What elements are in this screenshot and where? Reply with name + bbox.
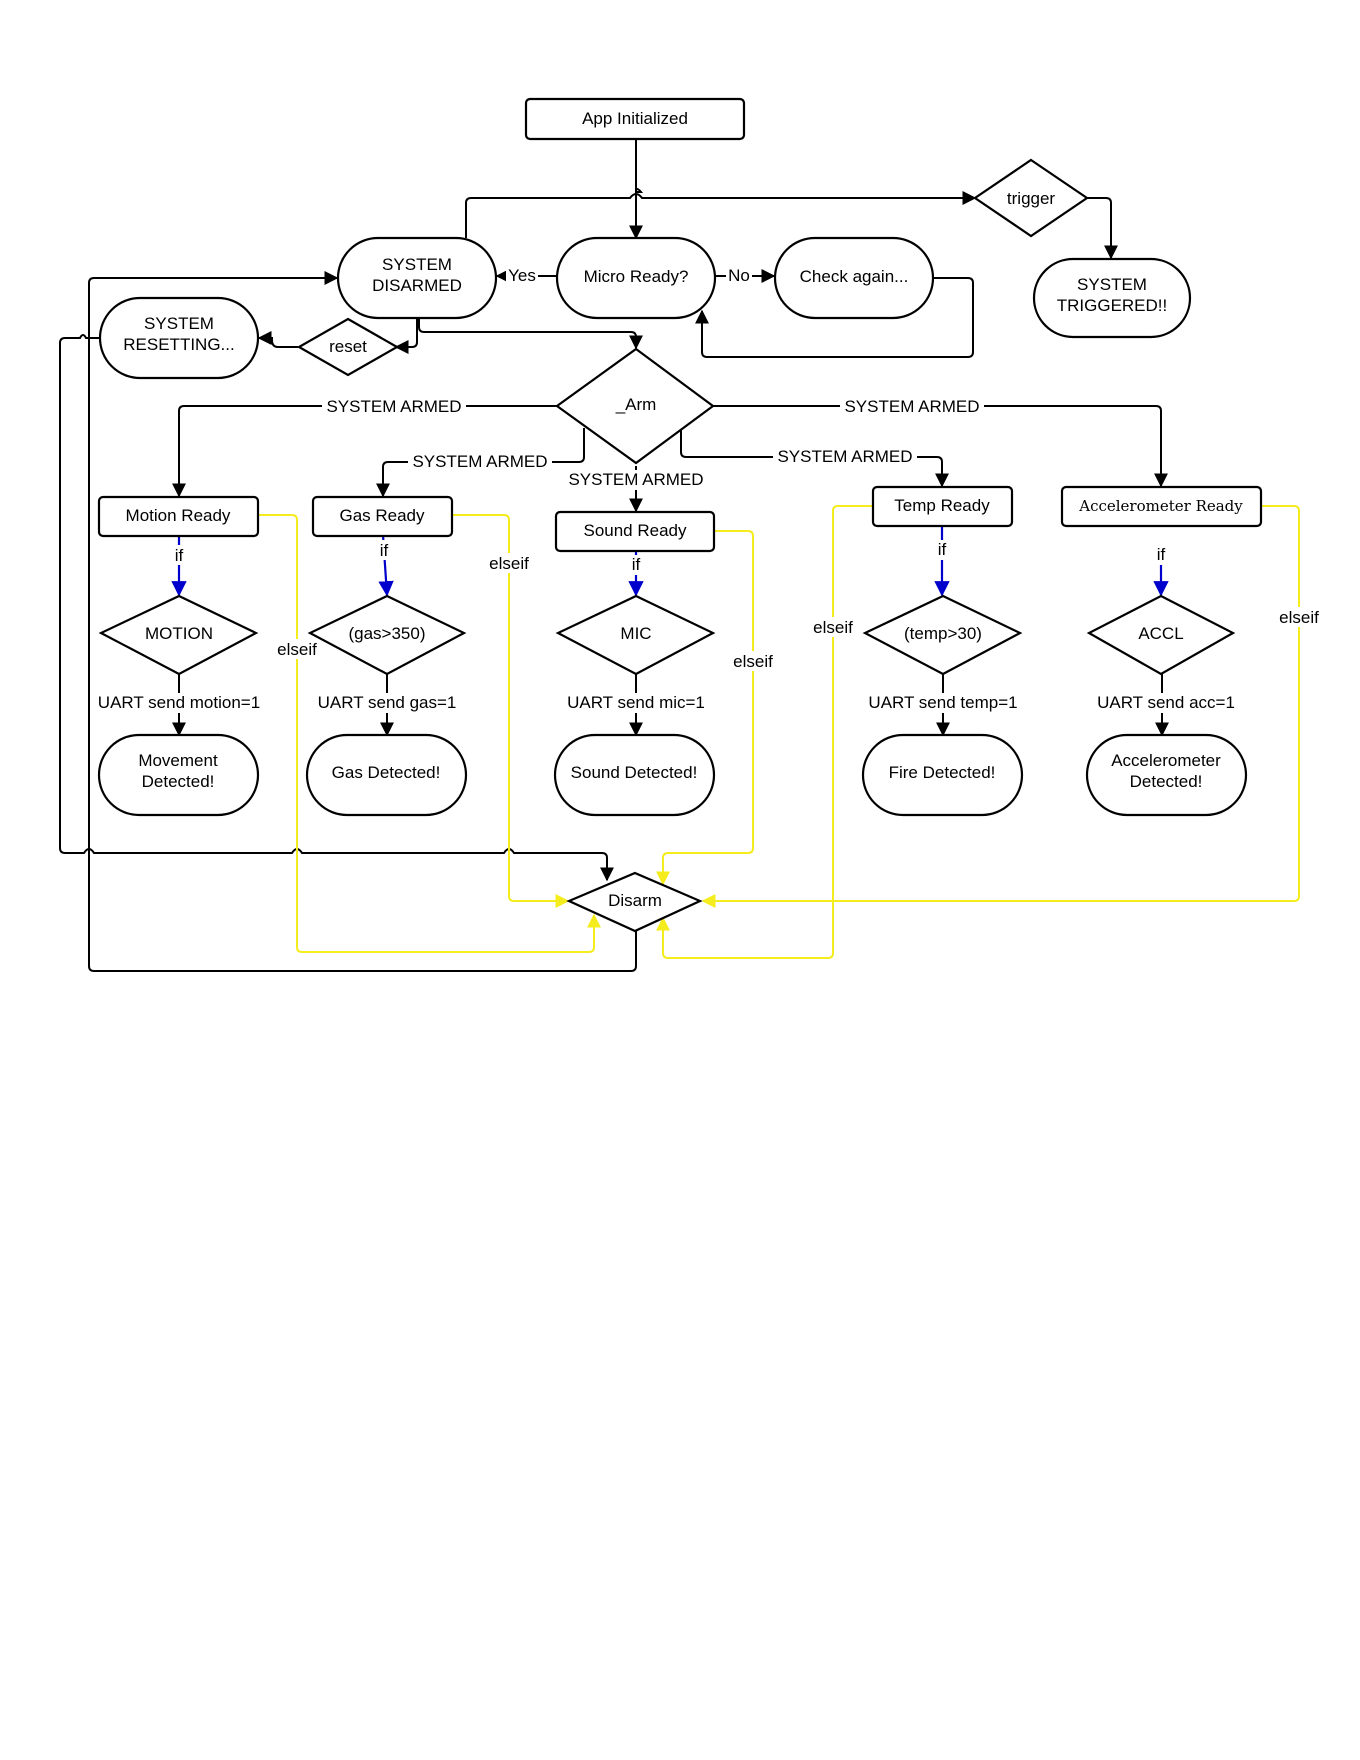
edge-label-uart-mic: UART send mic=1 — [567, 693, 705, 712]
node-label: (temp>30) — [904, 624, 982, 643]
edge-label-system-armed-sound: SYSTEM ARMED — [568, 470, 703, 489]
edges-elseif — [258, 505, 1300, 959]
edge-motion-elseif — [258, 514, 601, 953]
edge-label-system-armed-accel: SYSTEM ARMED — [844, 397, 979, 416]
edge-label-elseif-sound: elseif — [733, 652, 773, 671]
node-gas-ready[interactable]: Gas Ready — [311, 495, 454, 538]
node-micro-ready[interactable]: Micro Ready? — [555, 236, 717, 320]
node-fire-detected[interactable]: Fire Detected! — [861, 733, 1024, 817]
node-label: App Initialized — [582, 109, 688, 128]
node-label: ACCL — [1138, 624, 1183, 643]
node-label-line1: SYSTEM — [382, 255, 452, 274]
node-temp-decision[interactable]: (temp>30) — [862, 594, 1023, 676]
node-accelerometer-ready[interactable]: Accelerometer Ready — [1060, 485, 1263, 528]
node-label: Fire Detected! — [889, 763, 996, 782]
node-label-line2: RESETTING... — [123, 335, 234, 354]
edge-label-uart-motion: UART send motion=1 — [98, 693, 260, 712]
node-label-line2: Detected! — [1130, 772, 1203, 791]
edge-label-system-armed-motion: SYSTEM ARMED — [326, 397, 461, 416]
flowchart-canvas: App Initialized trigger SYSTEM TRIGGERED… — [59, 97, 1321, 972]
edge-label-if-sound: if — [632, 555, 641, 574]
edge-label-if-accel: if — [1157, 545, 1166, 564]
edge-label-elseif-accel: elseif — [1279, 608, 1319, 627]
node-label: Motion Ready — [126, 506, 231, 525]
edge-label-no: No — [728, 266, 750, 285]
edge-label-system-armed-gas: SYSTEM ARMED — [412, 452, 547, 471]
node-trigger-decision[interactable]: trigger — [973, 158, 1089, 238]
edge-arm-to-motion — [172, 405, 557, 498]
edge-label-yes: Yes — [508, 266, 536, 285]
edge-label-elseif-gas: elseif — [489, 554, 529, 573]
node-system-triggered[interactable]: SYSTEM TRIGGERED!! — [1032, 257, 1192, 339]
node-label-line1: SYSTEM — [1077, 275, 1147, 294]
node-label: MOTION — [145, 624, 213, 643]
edge-label-uart-temp: UART send temp=1 — [868, 693, 1017, 712]
edge-trigger-to-triggered — [1087, 197, 1118, 260]
edge-disarmed-to-trigger — [465, 191, 977, 238]
node-label: trigger — [1007, 189, 1056, 208]
node-label-line1: Movement — [138, 751, 218, 770]
node-label-line2: DISARMED — [372, 276, 462, 295]
edge-label-uart-gas: UART send gas=1 — [318, 693, 457, 712]
edge-label-if-gas: if — [380, 541, 389, 560]
edge-label-elseif-temp: elseif — [813, 618, 853, 637]
edge-temp-elseif — [656, 505, 873, 959]
node-system-disarmed[interactable]: SYSTEM DISARMED — [336, 236, 498, 320]
edge-label-system-armed-temp: SYSTEM ARMED — [777, 447, 912, 466]
node-label: _Arm — [615, 395, 657, 414]
node-label-line1: SYSTEM — [144, 314, 214, 333]
node-label: Disarm — [608, 891, 662, 910]
node-movement-detected[interactable]: Movement Detected! — [97, 733, 260, 817]
node-label-line1: Accelerometer — [1111, 751, 1221, 770]
edge-reset-to-resetting — [257, 331, 298, 348]
edge-arm-to-accel — [713, 405, 1168, 488]
node-reset-decision[interactable]: reset — [296, 317, 400, 377]
edge-label-uart-acc: UART send acc=1 — [1097, 693, 1235, 712]
node-temp-ready[interactable]: Temp Ready — [871, 485, 1014, 528]
node-disarm-decision[interactable]: Disarm — [566, 871, 703, 933]
node-gas-decision[interactable]: (gas>350) — [307, 594, 467, 676]
edge-disarmed-to-reset — [394, 318, 418, 354]
edge-label-if-temp: if — [938, 540, 947, 559]
node-system-resetting[interactable]: SYSTEM RESETTING... — [98, 296, 260, 380]
node-motion-ready[interactable]: Motion Ready — [97, 495, 260, 538]
node-label: Accelerometer Ready — [1078, 497, 1243, 515]
node-label: Sound Detected! — [571, 763, 698, 782]
node-sound-ready[interactable]: Sound Ready — [554, 510, 716, 553]
node-accelerometer-detected[interactable]: Accelerometer Detected! — [1085, 733, 1248, 817]
node-label: Micro Ready? — [584, 267, 689, 286]
node-mic-decision[interactable]: MIC — [555, 594, 716, 676]
node-label: Check again... — [800, 267, 909, 286]
node-motion-decision[interactable]: MOTION — [98, 594, 259, 676]
node-label: Gas Ready — [339, 506, 425, 525]
edge-label-if-motion: if — [175, 546, 184, 565]
node-label: Sound Ready — [583, 521, 687, 540]
node-label-line2: TRIGGERED!! — [1057, 296, 1168, 315]
edge-app-to-micro — [629, 139, 644, 240]
node-sound-detected[interactable]: Sound Detected! — [553, 733, 716, 817]
edge-disarmed-to-arm — [418, 318, 643, 350]
node-check-again[interactable]: Check again... — [773, 236, 935, 320]
node-gas-detected[interactable]: Gas Detected! — [305, 733, 468, 817]
node-app-initialized[interactable]: App Initialized — [524, 97, 746, 141]
node-label-line2: Detected! — [142, 772, 215, 791]
node-accl-decision[interactable]: ACCL — [1086, 594, 1236, 676]
node-label: MIC — [620, 624, 651, 643]
node-label: Gas Detected! — [332, 763, 441, 782]
node-label: (gas>350) — [348, 624, 425, 643]
node-arm-decision[interactable]: _Arm — [555, 347, 715, 465]
node-label: Temp Ready — [894, 496, 990, 515]
edge-label-elseif-motion: elseif — [277, 640, 317, 659]
node-label: reset — [329, 337, 367, 356]
